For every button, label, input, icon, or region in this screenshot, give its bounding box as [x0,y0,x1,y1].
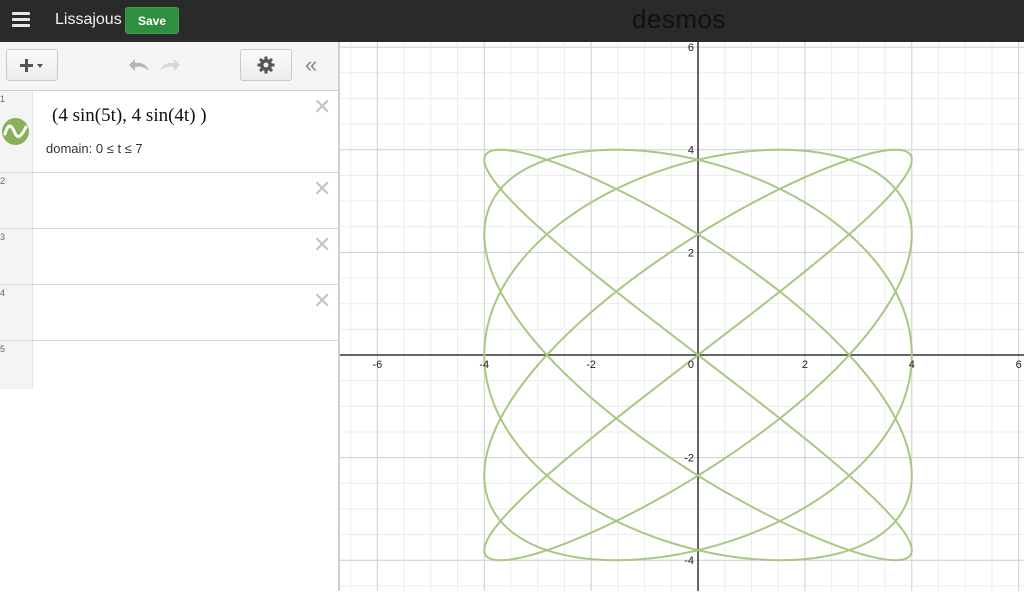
x-tick-label: 4 [909,359,915,371]
close-icon[interactable]: ✕ [313,290,331,312]
x-tick-label: 6 [1016,359,1022,371]
graph-canvas[interactable]: -6 -4 -2 0 2 4 6 6 4 2 -2 -4 [340,42,1024,591]
collapse-panel-icon[interactable]: « [305,54,317,76]
parametric-curve-icon[interactable] [2,118,29,145]
y-tick-label: 4 [688,145,694,157]
expression-row-4[interactable]: 4 ✕ [0,285,338,341]
hamburger-icon[interactable] [12,11,30,27]
close-icon[interactable]: ✕ [313,96,331,118]
tick-labels: -6 -4 -2 0 2 4 6 6 4 2 -2 -4 [373,42,1022,567]
expression-input[interactable] [34,91,298,172]
expression-number: 4 [0,288,6,298]
expression-row-1[interactable]: 1 (4 sin(5t), 4 sin(4t) ) domain: 0 ≤ t … [0,91,338,173]
x-tick-label: 0 [688,359,694,371]
expression-row-5[interactable]: 5 [0,341,338,389]
y-tick-label: -4 [684,555,694,567]
expression-input[interactable] [34,285,298,340]
expression-number: 1 [0,94,6,104]
expression-row-3[interactable]: 3 ✕ [0,229,338,285]
expression-gutter: 2 [0,173,33,228]
expression-panel: « 1 (4 sin(5t), 4 sin(4t) ) domain: 0 ≤ … [0,42,338,591]
expression-gutter: 5 [0,341,33,389]
redo-icon[interactable] [157,56,183,79]
expression-number: 2 [0,176,6,186]
y-tick-label: 2 [688,247,694,259]
minor-grid [340,42,1024,591]
expression-input[interactable] [34,229,298,284]
domain-label[interactable]: domain: 0 ≤ t ≤ 7 [46,141,143,156]
x-tick-label: -2 [586,359,596,371]
expression-gutter: 3 [0,229,33,284]
settings-button[interactable] [240,49,292,81]
graph-title[interactable]: Lissajous [55,11,122,29]
add-item-button[interactable] [6,49,58,81]
y-tick-label: 6 [688,42,694,54]
undo-icon[interactable] [126,56,152,79]
expression-input[interactable] [34,173,298,228]
expression-number: 3 [0,232,6,242]
top-bar: Lissajous Save desmos [0,0,1024,42]
desmos-logo: desmos [631,4,727,34]
close-icon[interactable]: ✕ [313,234,331,256]
expression-number: 5 [0,344,6,354]
y-tick-label: -2 [684,453,694,465]
expression-input[interactable] [34,341,298,389]
graph-paper[interactable]: -6 -4 -2 0 2 4 6 6 4 2 -2 -4 [340,42,1024,591]
x-tick-label: 2 [802,359,808,371]
expression-toolbar: « [0,42,338,91]
x-tick-label: -4 [479,359,489,371]
expression-list: 1 (4 sin(5t), 4 sin(4t) ) domain: 0 ≤ t … [0,91,338,389]
expression-gutter: 4 [0,285,33,340]
expression-formula: (4 sin(5t), 4 sin(4t) ) [52,105,207,126]
x-tick-label: -6 [373,359,383,371]
expression-gutter: 1 [0,91,33,172]
close-icon[interactable]: ✕ [313,178,331,200]
gear-icon [257,56,275,74]
save-button[interactable]: Save [125,7,179,34]
plus-icon [20,59,43,72]
expression-row-2[interactable]: 2 ✕ [0,173,338,229]
